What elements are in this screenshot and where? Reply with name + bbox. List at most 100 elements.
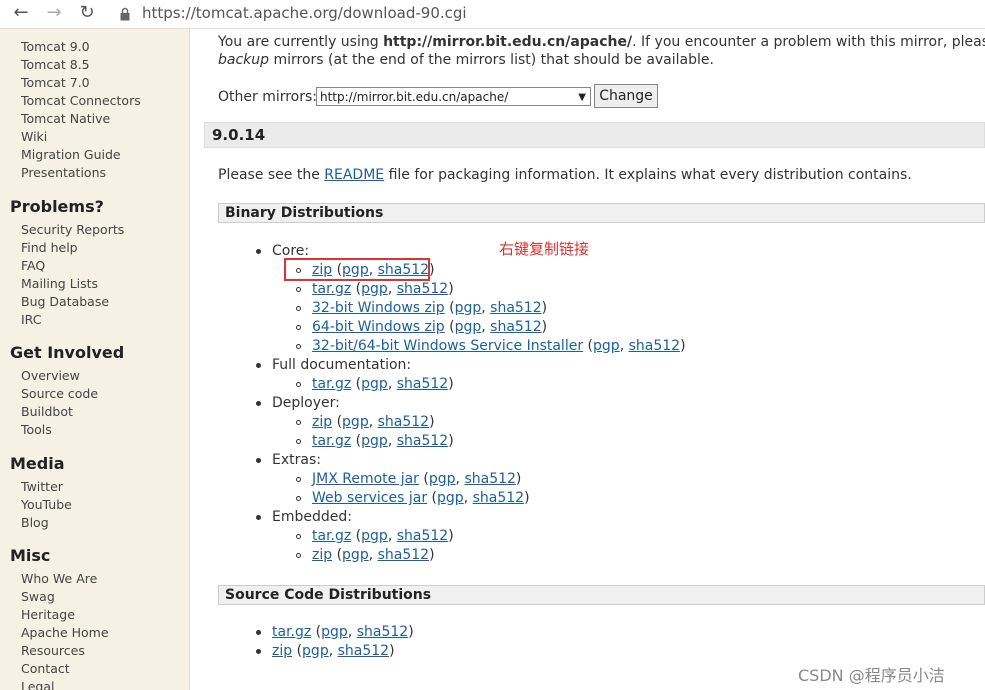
source-targz-sha512-link[interactable]: sha512 [357,624,408,640]
readme-link[interactable]: README [324,167,384,183]
embedded-zip-link[interactable]: zip [312,547,332,563]
circle-bullet-icon [296,382,301,387]
sidebar-link-tomcat-7[interactable]: Tomcat 7.0 [21,75,90,91]
readme-line: Please see the README file for packaging… [218,166,912,184]
source-targz-link[interactable]: tar.gz [272,624,311,640]
sidebar-link-contact[interactable]: Contact [21,661,70,677]
core-win64-row: 64-bit Windows zip (pgp, sha512) [312,319,548,335]
deployer-targz-pgp-link[interactable]: pgp [361,433,388,449]
sidebar-link-presentations[interactable]: Presentations [21,165,106,181]
core-win64-pgp-link[interactable]: pgp [455,319,482,335]
embedded-zip-row: zip (pgp, sha512) [312,547,435,563]
core-installer-pgp-link[interactable]: pgp [593,338,620,354]
doc-targz-pgp-link[interactable]: pgp [361,376,388,392]
forward-arrow-icon[interactable]: → [43,2,65,24]
core-win64-link[interactable]: 64-bit Windows zip [312,319,445,335]
extras-ws-sha512-link[interactable]: sha512 [473,490,524,506]
deployer-zip-sha512-link[interactable]: sha512 [378,414,429,430]
sidebar-link-twitter[interactable]: Twitter [21,479,63,495]
extras-ws-pgp-link[interactable]: pgp [437,490,464,506]
circle-bullet-icon [296,287,301,292]
extras-ws-link[interactable]: Web services jar [312,490,427,506]
circle-bullet-icon [296,306,301,311]
doc-targz-sha512-link[interactable]: sha512 [397,376,448,392]
sidebar-link-legal[interactable]: Legal [21,679,55,690]
sidebar-heading-media: Media [10,454,65,473]
sidebar-link-tomcat-85[interactable]: Tomcat 8.5 [21,57,90,73]
source-zip-pgp-link[interactable]: pgp [302,643,329,659]
extras-jmx-row: JMX Remote jar (pgp, sha512) [312,471,522,487]
deployer-targz-sha512-link[interactable]: sha512 [397,433,448,449]
sidebar-link-migration[interactable]: Migration Guide [21,147,121,163]
sidebar-link-bug-database[interactable]: Bug Database [21,294,109,310]
extras-jmx-sha512-link[interactable]: sha512 [464,471,515,487]
sidebar-link-apache-home[interactable]: Apache Home [21,625,109,641]
core-win64-sha512-link[interactable]: sha512 [490,319,541,335]
embedded-targz-link[interactable]: tar.gz [312,528,351,544]
sidebar-link-swag[interactable]: Swag [21,589,55,605]
version-title: 9.0.14 [212,126,266,144]
bullet-icon [256,515,261,520]
sidebar-link-faq[interactable]: FAQ [21,258,45,274]
extras-jmx-pgp-link[interactable]: pgp [429,471,456,487]
sidebar: Tomcat 9.0 Tomcat 8.5 Tomcat 7.0 Tomcat … [0,29,190,690]
bullet-icon [256,401,261,406]
source-zip-sha512-link[interactable]: sha512 [338,643,389,659]
embedded-zip-pgp-link[interactable]: pgp [342,547,369,563]
circle-bullet-icon [296,553,301,558]
sidebar-link-youtube[interactable]: YouTube [21,497,72,513]
sidebar-heading-misc: Misc [10,546,51,565]
core-targz-link[interactable]: tar.gz [312,281,351,297]
sidebar-link-find-help[interactable]: Find help [21,240,78,256]
other-mirrors-label: Other mirrors: [218,89,318,105]
sidebar-link-connectors[interactable]: Tomcat Connectors [21,93,141,109]
source-zip-link[interactable]: zip [272,643,292,659]
source-distributions-title: Source Code Distributions [225,587,432,603]
sidebar-link-wiki[interactable]: Wiki [21,129,47,145]
bullet-icon [256,249,261,254]
extras-jmx-link[interactable]: JMX Remote jar [312,471,419,487]
reload-icon[interactable]: ↻ [76,2,98,24]
sidebar-link-heritage[interactable]: Heritage [21,607,75,623]
doc-targz-link[interactable]: tar.gz [312,376,351,392]
sidebar-link-who-we-are[interactable]: Who We Are [21,571,97,587]
sidebar-link-blog[interactable]: Blog [21,515,49,531]
circle-bullet-icon [296,496,301,501]
core-targz-sha512-link[interactable]: sha512 [397,281,448,297]
embedded-targz-pgp-link[interactable]: pgp [361,528,388,544]
core-win32-link[interactable]: 32-bit Windows zip [312,300,445,316]
deployer-zip-link[interactable]: zip [312,414,332,430]
sidebar-link-tomcat-9[interactable]: Tomcat 9.0 [21,39,90,55]
bullet-icon [256,649,261,654]
core-win32-sha512-link[interactable]: sha512 [490,300,541,316]
circle-bullet-icon [296,325,301,330]
sidebar-link-native[interactable]: Tomcat Native [21,111,110,127]
core-installer-link[interactable]: 32-bit/64-bit Windows Service Installer [312,338,583,354]
change-mirror-button[interactable]: Change [594,84,658,108]
sidebar-heading-get-involved: Get Involved [10,343,125,362]
core-win32-pgp-link[interactable]: pgp [455,300,482,316]
sidebar-link-tools[interactable]: Tools [21,422,52,438]
binary-distributions-header: Binary Distributions [218,203,985,223]
sidebar-link-irc[interactable]: IRC [21,312,41,328]
back-arrow-icon[interactable]: ← [10,2,32,24]
sidebar-link-security[interactable]: Security Reports [21,222,124,238]
deployer-zip-pgp-link[interactable]: pgp [342,414,369,430]
core-installer-sha512-link[interactable]: sha512 [629,338,680,354]
circle-bullet-icon [296,477,301,482]
mirror-select[interactable]: http://mirror.bit.edu.cn/apache/ ▼ [316,87,591,106]
embedded-targz-sha512-link[interactable]: sha512 [397,528,448,544]
sidebar-link-mailing-lists[interactable]: Mailing Lists [21,276,98,292]
sidebar-link-buildbot[interactable]: Buildbot [21,404,73,420]
highlight-box [284,258,430,281]
deployer-targz-link[interactable]: tar.gz [312,433,351,449]
embedded-zip-sha512-link[interactable]: sha512 [378,547,429,563]
circle-bullet-icon [296,344,301,349]
core-targz-pgp-link[interactable]: pgp [361,281,388,297]
group-extras: Extras: [272,452,321,468]
sidebar-link-overview[interactable]: Overview [21,368,80,384]
address-bar[interactable]: https://tomcat.apache.org/download-90.cg… [142,4,467,22]
sidebar-link-resources[interactable]: Resources [21,643,85,659]
source-targz-pgp-link[interactable]: pgp [321,624,348,640]
sidebar-link-source-code[interactable]: Source code [21,386,98,402]
